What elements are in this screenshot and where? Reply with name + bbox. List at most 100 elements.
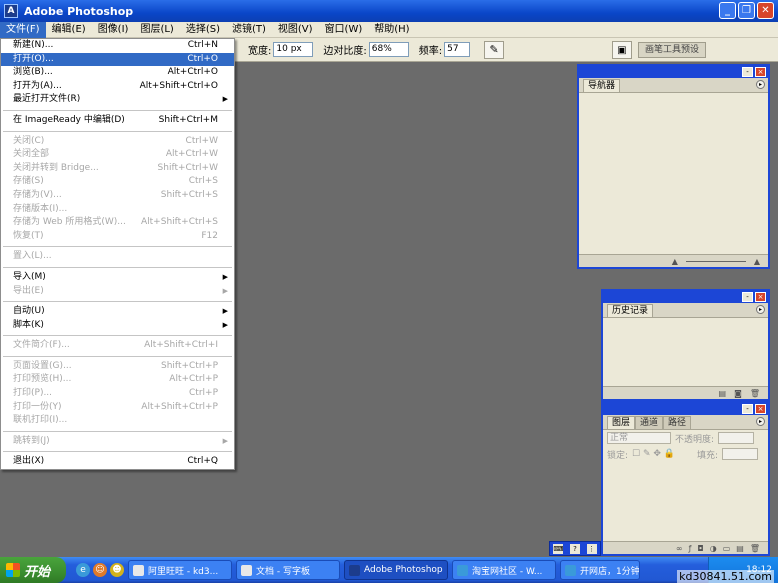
- menu-item-export: 导出(E) ▶: [1, 285, 234, 299]
- menu-item-exit[interactable]: 退出(X) Ctrl+Q: [1, 455, 234, 469]
- fill-input[interactable]: [722, 448, 759, 460]
- tab-layers[interactable]: 图层: [607, 416, 636, 429]
- palette-well-icon[interactable]: ▣: [612, 41, 632, 59]
- submenu-arrow-icon: ▶: [222, 436, 228, 445]
- menu-item-close-all: 关闭全部 Alt+Ctrl+W: [13, 149, 218, 160]
- task-taobao[interactable]: 淘宝网社区 - W...: [452, 560, 556, 580]
- new-document-icon[interactable]: ▤: [719, 389, 727, 398]
- group-icon[interactable]: ▭: [723, 544, 731, 553]
- menu-item-import[interactable]: 导入(M) ▶: [1, 271, 234, 285]
- width-input[interactable]: 10 px: [273, 42, 314, 57]
- contrast-input[interactable]: 68%: [368, 42, 409, 57]
- messenger-icon[interactable]: ☺: [93, 563, 107, 577]
- task-photoshop[interactable]: Adobe Photoshop: [344, 560, 448, 580]
- menu-window[interactable]: 窗口(W): [319, 22, 369, 38]
- ie-icon: [457, 564, 468, 576]
- submenu-arrow-icon: ▶: [222, 95, 228, 104]
- trash-icon[interactable]: 🗑: [750, 389, 760, 398]
- menu-item-new[interactable]: 新建(N)... Ctrl+N: [1, 39, 234, 53]
- menu-item-close: 关闭(C) Ctrl+W: [13, 135, 218, 146]
- langbar-options-icon[interactable]: ⋮: [586, 543, 597, 554]
- lock-label: 锁定:: [607, 450, 629, 461]
- opacity-label: 不透明度:: [675, 434, 715, 445]
- zoom-out-icon[interactable]: ▲: [672, 257, 678, 266]
- submenu-arrow-icon: ▶: [222, 272, 228, 281]
- fill-label: 填充:: [697, 450, 719, 461]
- start-button[interactable]: 开始: [0, 557, 66, 583]
- snapshot-icon[interactable]: ◙: [734, 389, 742, 398]
- task-aliwangwang[interactable]: 阿里旺旺 - kd3...: [128, 560, 232, 580]
- menu-item-recent[interactable]: 最近打开文件(R) ▶: [1, 93, 234, 107]
- menu-item-open-as[interactable]: 打开为(A)... Alt+Shift+Ctrl+O: [1, 80, 234, 94]
- panel-minimize-button[interactable]: -: [742, 292, 753, 302]
- menu-filter[interactable]: 滤镜(T): [226, 22, 272, 38]
- task-openshop[interactable]: 开网店，1分钟...: [560, 560, 640, 580]
- panel-close-button[interactable]: ×: [755, 67, 766, 77]
- menu-item-page-setup: 页面设置(G)... Shift+Ctrl+P: [13, 360, 218, 371]
- menu-item-browse[interactable]: 浏览(B)... Alt+Ctrl+O: [1, 66, 234, 80]
- language-bar[interactable]: ⌨ ? ⋮: [549, 541, 601, 556]
- menu-separator: [1, 353, 234, 360]
- window-title: Adobe Photoshop: [24, 4, 134, 18]
- panel-minimize-button[interactable]: -: [742, 404, 753, 414]
- zoom-in-icon[interactable]: ▲: [754, 257, 760, 266]
- minimize-button[interactable]: _: [719, 2, 736, 19]
- restore-button[interactable]: ❐: [738, 2, 755, 19]
- frequency-input[interactable]: 57: [444, 42, 471, 57]
- panel-menu-arrow-icon[interactable]: ▸: [756, 305, 765, 314]
- menu-layer[interactable]: 图层(L): [134, 22, 179, 38]
- keyboard-icon[interactable]: ⌨: [553, 543, 563, 554]
- menu-separator: [1, 128, 234, 135]
- title-bar: A Adobe Photoshop _ ❐ ✕: [0, 0, 778, 22]
- menu-file[interactable]: 文件(F): [0, 21, 46, 38]
- blend-mode-select[interactable]: 正常: [607, 432, 671, 444]
- taskbar: 开始 e ☺ ☻ 阿里旺旺 - kd3... 文档 - 写字板 Adobe Ph…: [0, 557, 778, 583]
- ie-icon[interactable]: e: [76, 563, 90, 577]
- menu-image[interactable]: 图像(I): [92, 22, 135, 38]
- tab-history[interactable]: 历史记录: [607, 304, 654, 317]
- menu-separator: [1, 448, 234, 455]
- pen-pressure-icon[interactable]: ✎: [484, 40, 505, 59]
- trash-icon[interactable]: 🗑: [750, 544, 760, 553]
- panel-menu-arrow-icon[interactable]: ▸: [756, 80, 765, 89]
- menu-item-automate[interactable]: 自动(U) ▶: [1, 305, 234, 319]
- menu-help[interactable]: 帮助(H): [368, 22, 415, 38]
- new-layer-icon[interactable]: ▤: [736, 544, 744, 553]
- brush-preset-tab[interactable]: 画笔工具预设: [638, 42, 707, 58]
- chat-app-icon: [133, 564, 144, 576]
- submenu-arrow-icon: ▶: [222, 307, 228, 316]
- tab-paths[interactable]: 路径: [663, 416, 692, 429]
- menu-select[interactable]: 选择(S): [180, 22, 226, 38]
- tab-navigator[interactable]: 导航器: [583, 79, 621, 92]
- help-icon[interactable]: ?: [569, 543, 580, 554]
- menu-item-save-version: 存储版本(I)...: [13, 203, 68, 214]
- photoshop-app-icon[interactable]: A: [4, 4, 18, 18]
- menu-edit[interactable]: 编辑(E): [46, 22, 92, 38]
- width-label: 宽度:: [248, 46, 272, 57]
- link-icon[interactable]: ∞: [676, 544, 683, 553]
- menu-view[interactable]: 视图(V): [272, 22, 319, 38]
- menu-item-imageready[interactable]: 在 ImageReady 中编辑(D) Shift+Ctrl+M: [1, 114, 234, 128]
- tab-channels[interactable]: 通道: [635, 416, 664, 429]
- task-wordpad[interactable]: 文档 - 写字板: [236, 560, 340, 580]
- mask-icon[interactable]: ◘: [697, 544, 703, 553]
- lock-icons[interactable]: ☐ ✎ ✥ 🔒: [632, 449, 675, 459]
- panel-close-button[interactable]: ×: [755, 292, 766, 302]
- submenu-arrow-icon: ▶: [222, 320, 228, 329]
- opacity-input[interactable]: [718, 432, 755, 444]
- panel-minimize-button[interactable]: -: [742, 67, 753, 77]
- close-button[interactable]: ✕: [757, 2, 774, 19]
- adjustment-icon[interactable]: ◑: [710, 544, 717, 553]
- menu-item-open[interactable]: 打开(O)... Ctrl+O: [1, 52, 234, 67]
- zoom-slider[interactable]: ▲ ▲: [579, 254, 768, 267]
- menu-item-print-one: 打印一份(Y) Alt+Shift+Ctrl+P: [13, 401, 218, 412]
- layer-style-icon[interactable]: ƒ: [689, 544, 692, 553]
- qq-icon[interactable]: ☻: [110, 563, 124, 577]
- panel-menu-arrow-icon[interactable]: ▸: [756, 417, 765, 426]
- menu-item-scripts[interactable]: 脚本(K) ▶: [1, 319, 234, 333]
- contrast-label: 边对比度:: [323, 46, 367, 57]
- zoom-slider-track[interactable]: [685, 260, 746, 262]
- menu-separator: [1, 264, 234, 271]
- menu-item-jump-to: 跳转到(J) ▶: [1, 435, 234, 449]
- panel-close-button[interactable]: ×: [755, 404, 766, 414]
